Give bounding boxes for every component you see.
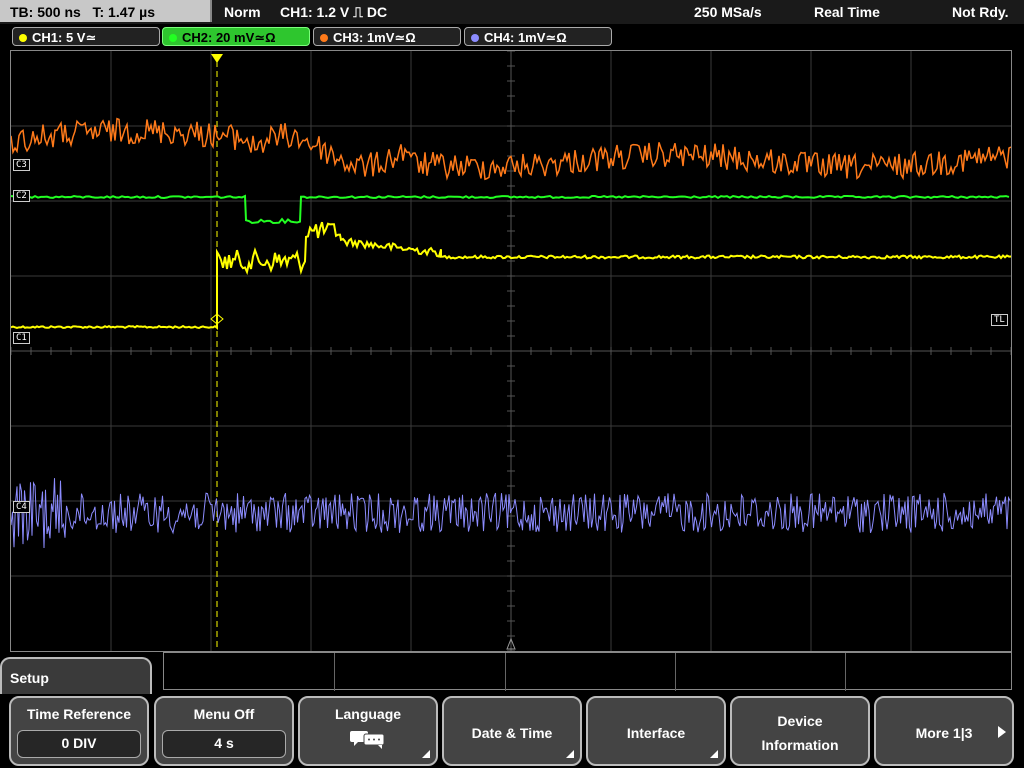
timebase-box[interactable]: TB: 500 ns T: 1.47 µs <box>0 0 212 22</box>
trigger-level-marker[interactable]: TL <box>991 314 1008 326</box>
more-button[interactable]: More 1|3 <box>874 696 1014 766</box>
ch1-color-dot-icon <box>19 34 27 42</box>
trigger-mode[interactable]: Norm <box>224 0 261 24</box>
interface-button[interactable]: Interface <box>586 696 726 766</box>
ch3-offset-marker[interactable]: C3 <box>13 159 30 171</box>
more-label: More 1|3 <box>915 725 973 741</box>
ch1-label: CH1: 5 V≃ <box>32 30 97 45</box>
next-page-arrow-icon <box>998 726 1006 738</box>
acquisition-mode: Real Time <box>814 4 880 20</box>
menu-off-label: Menu Off <box>193 706 255 722</box>
submenu-corner-icon <box>566 750 574 758</box>
channel-tabs: CH1: 5 V≃ CH2: 20 mV≃Ω CH3: 1mV≃Ω CH4: 1… <box>0 26 1024 48</box>
date-time-label: Date & Time <box>471 725 553 741</box>
waveform-canvas <box>11 51 1011 651</box>
ch4-label: CH4: 1mV≃Ω <box>484 30 567 45</box>
ch3-color-dot-icon <box>320 34 328 42</box>
menu-off-button[interactable]: Menu Off 4 s <box>154 696 294 766</box>
ch2-color-dot-icon <box>169 34 177 42</box>
channel-tab-ch3[interactable]: CH3: 1mV≃Ω <box>313 27 461 46</box>
trigger-time-value: T: 1.47 µs <box>92 4 156 20</box>
time-reference-label: Time Reference <box>26 706 131 722</box>
ch2-label: CH2: 20 mV≃Ω <box>182 30 276 45</box>
device-info-line1: Device <box>777 713 823 729</box>
menu-off-value: 4 s <box>162 730 286 758</box>
ch1-offset-marker[interactable]: C1 <box>13 332 30 344</box>
channel-tab-ch2[interactable]: CH2: 20 mV≃Ω <box>162 27 310 46</box>
language-button[interactable]: Language <box>298 696 438 766</box>
speech-bubbles-icon <box>350 731 385 749</box>
ch2-offset-marker[interactable]: C2 <box>13 190 30 202</box>
date-time-button[interactable]: Date & Time <box>442 696 582 766</box>
channel-tab-ch4[interactable]: CH4: 1mV≃Ω <box>464 27 612 46</box>
softkey-menu: Time Reference 0 DIV Menu Off 4 s Langua… <box>0 694 1024 768</box>
interface-label: Interface <box>626 725 686 741</box>
language-label: Language <box>334 706 402 722</box>
trigger-info[interactable]: CH1: 1.2 V ⎍ DC <box>280 0 387 24</box>
ch4-color-dot-icon <box>471 34 479 42</box>
time-reference-button[interactable]: Time Reference 0 DIV <box>9 696 149 766</box>
menu-title-tab: Setup <box>0 657 152 697</box>
device-information-button[interactable]: Device Information <box>730 696 870 766</box>
trigger-position-icon <box>211 54 223 63</box>
device-info-line2: Information <box>761 737 839 753</box>
info-strip <box>163 652 1012 691</box>
timebase-value: TB: 500 ns <box>10 4 81 20</box>
submenu-corner-icon <box>422 750 430 758</box>
ch4-offset-marker[interactable]: C4 <box>13 501 30 513</box>
trigger-status: Not Rdy. <box>952 4 1009 20</box>
ch3-label: CH3: 1mV≃Ω <box>333 30 416 45</box>
waveform-display[interactable]: C3 C2 C1 C4 TL <box>10 50 1012 652</box>
time-reference-value: 0 DIV <box>17 730 141 758</box>
menu-title: Setup <box>10 670 49 686</box>
sample-rate: 250 MSa/s <box>694 4 762 20</box>
status-bar: TB: 500 ns T: 1.47 µs Norm CH1: 1.2 V ⎍ … <box>0 0 1024 24</box>
channel-tab-ch1[interactable]: CH1: 5 V≃ <box>12 27 160 46</box>
submenu-corner-icon <box>710 750 718 758</box>
ch2-waveform <box>11 194 1010 225</box>
